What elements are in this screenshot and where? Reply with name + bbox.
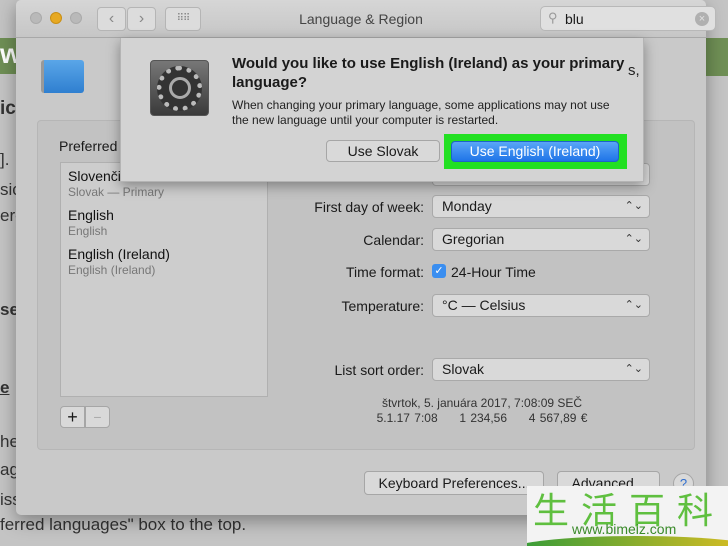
list-sort-label: List sort order: — [334, 362, 424, 378]
watermark-url: www.bimeiz.com — [572, 521, 677, 537]
sample-number: 1 234,56 — [459, 411, 508, 425]
chevron-updown-icon: ⌃⌄ — [624, 233, 643, 245]
dialog-message: When changing your primary language, som… — [232, 98, 610, 127]
add-language-button[interactable]: + — [60, 406, 85, 428]
bg-text: ]. — [0, 150, 10, 169]
bg-text: ic — [0, 98, 16, 119]
temperature-label: Temperature: — [341, 298, 424, 314]
bg-bottom-text: ferred languages" box to the top. — [0, 515, 247, 534]
un-flag-icon — [41, 60, 84, 93]
list-sort-value: Slovak — [442, 361, 485, 377]
calendar-popup[interactable]: Gregorian ⌃⌄ — [432, 228, 650, 251]
first-day-popup[interactable]: Monday ⌃⌄ — [432, 195, 650, 218]
watermark-swoosh — [527, 536, 728, 546]
search-icon: ⚲ — [548, 10, 558, 25]
remove-language-button[interactable]: − — [85, 406, 110, 428]
use-english-ireland-button[interactable]: Use English (Ireland) — [451, 141, 619, 162]
language-sub: English — [68, 224, 108, 238]
sample-row: 5.1.17 7:08 1 234,56 4 567,89 € — [316, 411, 648, 425]
clear-icon[interactable]: × — [695, 12, 709, 26]
list-sort-popup[interactable]: Slovak ⌃⌄ — [432, 358, 650, 381]
sample-date-short: 5.1.17 7:08 — [376, 411, 438, 425]
list-item[interactable]: English (Ireland) English (Ireland) — [68, 246, 170, 277]
time-format-label: Time format: — [345, 264, 424, 280]
calendar-value: Gregorian — [442, 231, 505, 247]
system-preferences-gear-icon — [150, 60, 209, 116]
calendar-label: Calendar: — [363, 232, 424, 248]
use-slovak-button[interactable]: Use Slovak — [326, 140, 440, 162]
watermark-logo: 生活百科 www.bimeiz.com — [527, 486, 728, 546]
change-language-dialog: Would you like to use English (Ireland) … — [120, 38, 644, 182]
temperature-value: °C — Celsius — [442, 297, 526, 313]
sample-date-long: štvrtok, 5. januára 2017, 7:08:09 SEČ — [381, 396, 583, 410]
bg-text: e — [0, 378, 10, 397]
first-day-value: Monday — [442, 198, 492, 214]
search-input[interactable]: blu — [565, 11, 584, 27]
title-bar: ‹ › ⠿⠿ Language & Region ⚲ blu × — [16, 0, 716, 38]
chevron-updown-icon: ⌃⌄ — [624, 363, 643, 375]
language-name: English — [68, 207, 114, 223]
search-field[interactable]: ⚲ blu × — [540, 6, 716, 31]
dialog-title: Would you like to use English (Ireland) … — [232, 55, 625, 91]
list-item[interactable]: English English — [68, 207, 114, 238]
chevron-updown-icon: ⌃⌄ — [624, 200, 643, 212]
keyboard-preferences-button[interactable]: Keyboard Preferences... — [364, 471, 544, 495]
language-region-window: ‹ › ⠿⠿ Language & Region ⚲ blu × Preferr… — [16, 0, 716, 515]
language-name: English (Ireland) — [68, 246, 170, 262]
temperature-popup[interactable]: °C — Celsius ⌃⌄ — [432, 294, 650, 317]
background-right-text: s, — [628, 62, 640, 79]
sample-currency: 4 567,89 € — [528, 411, 588, 425]
language-sub: English (Ireland) — [68, 263, 156, 277]
language-sub: Slovak — Primary — [68, 185, 165, 199]
time-format-text: 24-Hour Time — [451, 264, 536, 280]
bg-green-bar — [704, 38, 728, 76]
preferred-languages-list[interactable]: Slovenčina Slovak — Primary English Englis… — [60, 162, 268, 397]
chevron-updown-icon: ⌃⌄ — [624, 299, 643, 311]
first-day-label: First day of week: — [314, 199, 424, 215]
time-format-checkbox[interactable]: ✓ — [432, 264, 446, 278]
